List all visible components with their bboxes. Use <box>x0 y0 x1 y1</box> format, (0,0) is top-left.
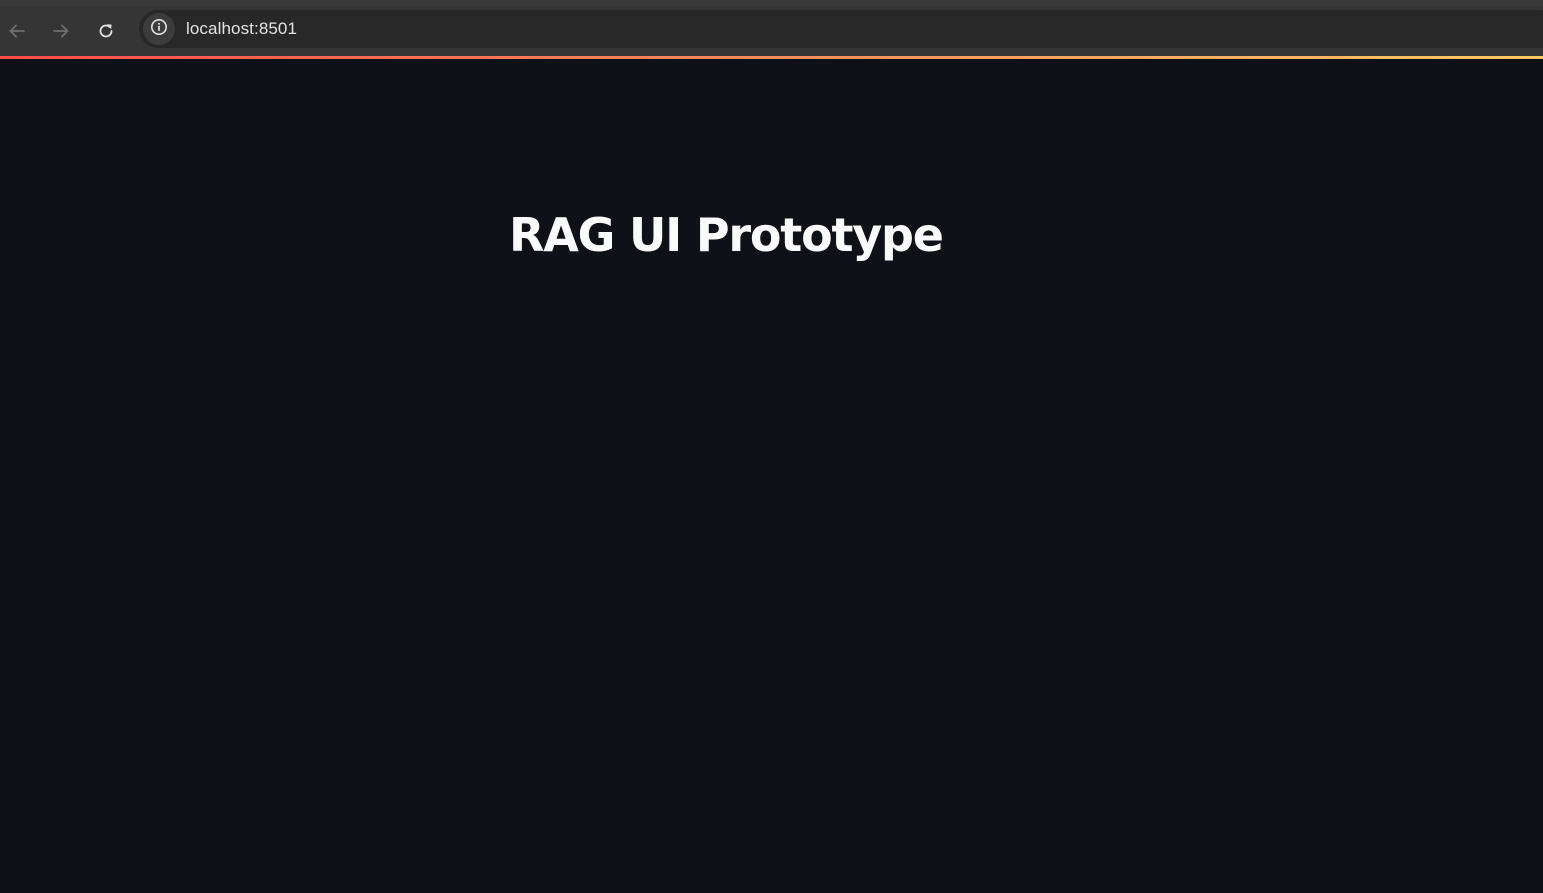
arrow-right-icon <box>51 21 71 41</box>
address-bar[interactable]: localhost:8501 <box>139 10 1543 48</box>
reload-button[interactable] <box>89 14 123 48</box>
page-title: RAG UI Prototype <box>509 208 944 262</box>
app-main: RAG UI Prototype <box>0 59 1543 893</box>
browser-toolbar: localhost:8501 <box>0 6 1543 56</box>
reload-icon <box>96 21 116 41</box>
site-info-button[interactable] <box>143 13 175 45</box>
arrow-left-icon <box>7 21 27 41</box>
info-circle-icon <box>150 18 168 41</box>
url-text[interactable]: localhost:8501 <box>186 20 297 38</box>
forward-button[interactable] <box>44 14 78 48</box>
back-button[interactable] <box>0 14 34 48</box>
